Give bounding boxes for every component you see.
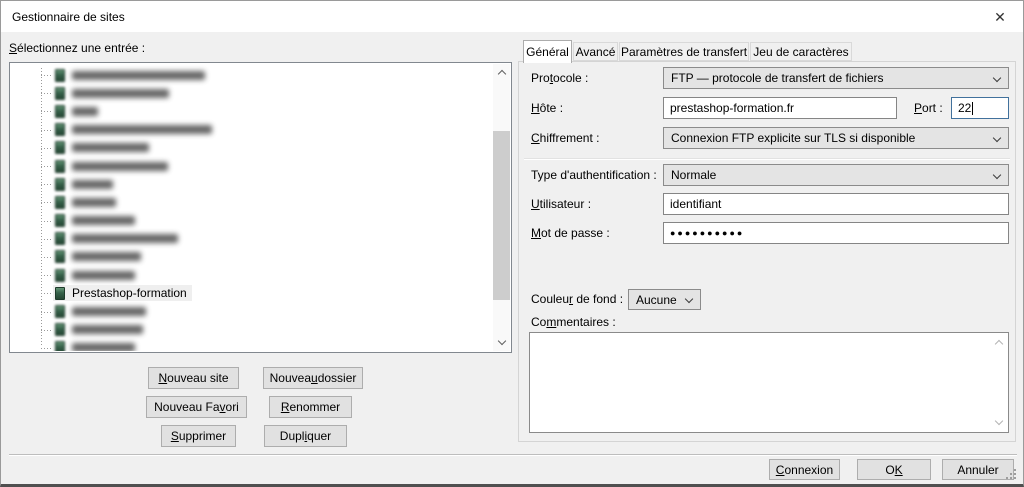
- site-tree-item[interactable]: [11, 230, 493, 248]
- redacted-site-name: [72, 270, 135, 280]
- redacted-site-name: [72, 70, 205, 80]
- redacted-site-name: [72, 161, 168, 171]
- server-icon: [55, 195, 65, 209]
- server-icon: [55, 177, 65, 191]
- tree-connector-line: [41, 256, 52, 258]
- new-folder-button[interactable]: Nouvea u dossier: [263, 367, 363, 389]
- site-tree-item[interactable]: [11, 84, 493, 102]
- redacted-site-name: [72, 307, 146, 317]
- site-tree-item[interactable]: [11, 66, 493, 84]
- redacted-site-name: [72, 143, 149, 153]
- site-tree[interactable]: Prestashop-formation: [9, 62, 512, 353]
- redacted-site-name: [72, 106, 98, 116]
- site-tree-item[interactable]: [11, 248, 493, 266]
- site-tree-item[interactable]: [11, 266, 493, 284]
- server-icon: [55, 159, 65, 173]
- tree-connector-line: [41, 93, 52, 95]
- footer-divider: [9, 454, 1017, 455]
- redacted-site-name: [72, 343, 135, 351]
- ok-button[interactable]: OK: [857, 459, 931, 480]
- tab-advanced[interactable]: Avancé: [573, 42, 618, 61]
- tree-connector-line: [41, 129, 52, 131]
- tab-general[interactable]: Général: [523, 40, 572, 63]
- tree-connector-line: [41, 275, 52, 277]
- site-tree-item[interactable]: [11, 193, 493, 211]
- window-title: Gestionnaire de sites: [12, 10, 125, 24]
- scroll-up-arrow[interactable]: [493, 64, 510, 81]
- site-tree-item[interactable]: [11, 121, 493, 139]
- site-tree-item[interactable]: [11, 175, 493, 193]
- tab-transfer-settings[interactable]: Paramètres de transfert: [619, 42, 749, 61]
- redacted-site-name: [72, 325, 143, 335]
- new-site-button[interactable]: Nouveau site: [148, 367, 239, 389]
- server-icon: [55, 268, 65, 282]
- select-entry-label: Sélectionnez une entrée :: [9, 41, 146, 55]
- title-bar: Gestionnaire de sites ✕: [1, 1, 1023, 32]
- new-bookmark-button[interactable]: Nouveau Fa v ori: [146, 396, 247, 418]
- tree-connector-line: [41, 311, 52, 313]
- redacted-site-name: [72, 88, 169, 98]
- connect-button[interactable]: Connexion: [769, 459, 840, 480]
- scroll-down-arrow[interactable]: [493, 334, 510, 351]
- server-icon: [55, 141, 65, 155]
- cancel-button[interactable]: Annuler: [942, 459, 1014, 480]
- site-tree-content: Prestashop-formation: [11, 64, 493, 351]
- tree-connector-line: [41, 238, 52, 240]
- redacted-site-name: [72, 234, 178, 244]
- site-tree-item[interactable]: [11, 102, 493, 120]
- tree-connector-line: [41, 147, 52, 149]
- delete-button[interactable]: Supprimer: [161, 425, 236, 447]
- tree-connector-line: [41, 347, 52, 349]
- tree-connector-line: [41, 220, 52, 222]
- server-icon: [55, 214, 65, 228]
- site-tree-item[interactable]: [11, 139, 493, 157]
- server-icon: [55, 250, 65, 264]
- site-tree-item[interactable]: [11, 212, 493, 230]
- redacted-site-name: [72, 252, 141, 262]
- tree-connector-line: [41, 75, 52, 77]
- server-icon: [55, 232, 65, 246]
- site-name: Prestashop-formation: [72, 286, 187, 301]
- tree-connector-line: [41, 166, 52, 168]
- redacted-site-name: [72, 197, 116, 207]
- tab-page-border: [518, 61, 1016, 442]
- server-icon: [55, 305, 65, 319]
- tree-connector-line: [41, 329, 52, 331]
- server-icon: [55, 104, 65, 118]
- site-manager-dialog: Gestionnaire de sites ✕ Sélectionnez une…: [0, 0, 1024, 487]
- close-icon[interactable]: ✕: [985, 6, 1015, 28]
- scrollbar-thumb[interactable]: [493, 131, 510, 300]
- tree-connector-line: [41, 202, 52, 204]
- tree-connector-line: [41, 184, 52, 186]
- server-icon: [55, 68, 65, 82]
- redacted-site-name: [72, 125, 212, 135]
- site-tree-item[interactable]: [11, 321, 493, 339]
- server-icon: [55, 86, 65, 100]
- site-tree-item[interactable]: [11, 157, 493, 175]
- tree-connector-line: [41, 111, 52, 113]
- tree-connector-line: [41, 293, 52, 295]
- redacted-site-name: [72, 179, 113, 189]
- server-icon: [55, 286, 65, 300]
- redacted-site-name: [72, 216, 135, 226]
- site-tree-item[interactable]: [11, 339, 493, 351]
- resize-grip-icon[interactable]: [1006, 469, 1018, 481]
- site-tree-item[interactable]: [11, 302, 493, 320]
- server-icon: [55, 323, 65, 337]
- server-icon: [55, 123, 65, 137]
- server-icon: [55, 341, 65, 351]
- tab-charset[interactable]: Jeu de caractères: [750, 42, 852, 61]
- duplicate-button[interactable]: Dupl i quer: [264, 425, 347, 447]
- site-tree-item[interactable]: Prestashop-formation: [11, 284, 493, 302]
- tree-scrollbar[interactable]: [493, 64, 510, 351]
- rename-button[interactable]: Renommer: [269, 396, 352, 418]
